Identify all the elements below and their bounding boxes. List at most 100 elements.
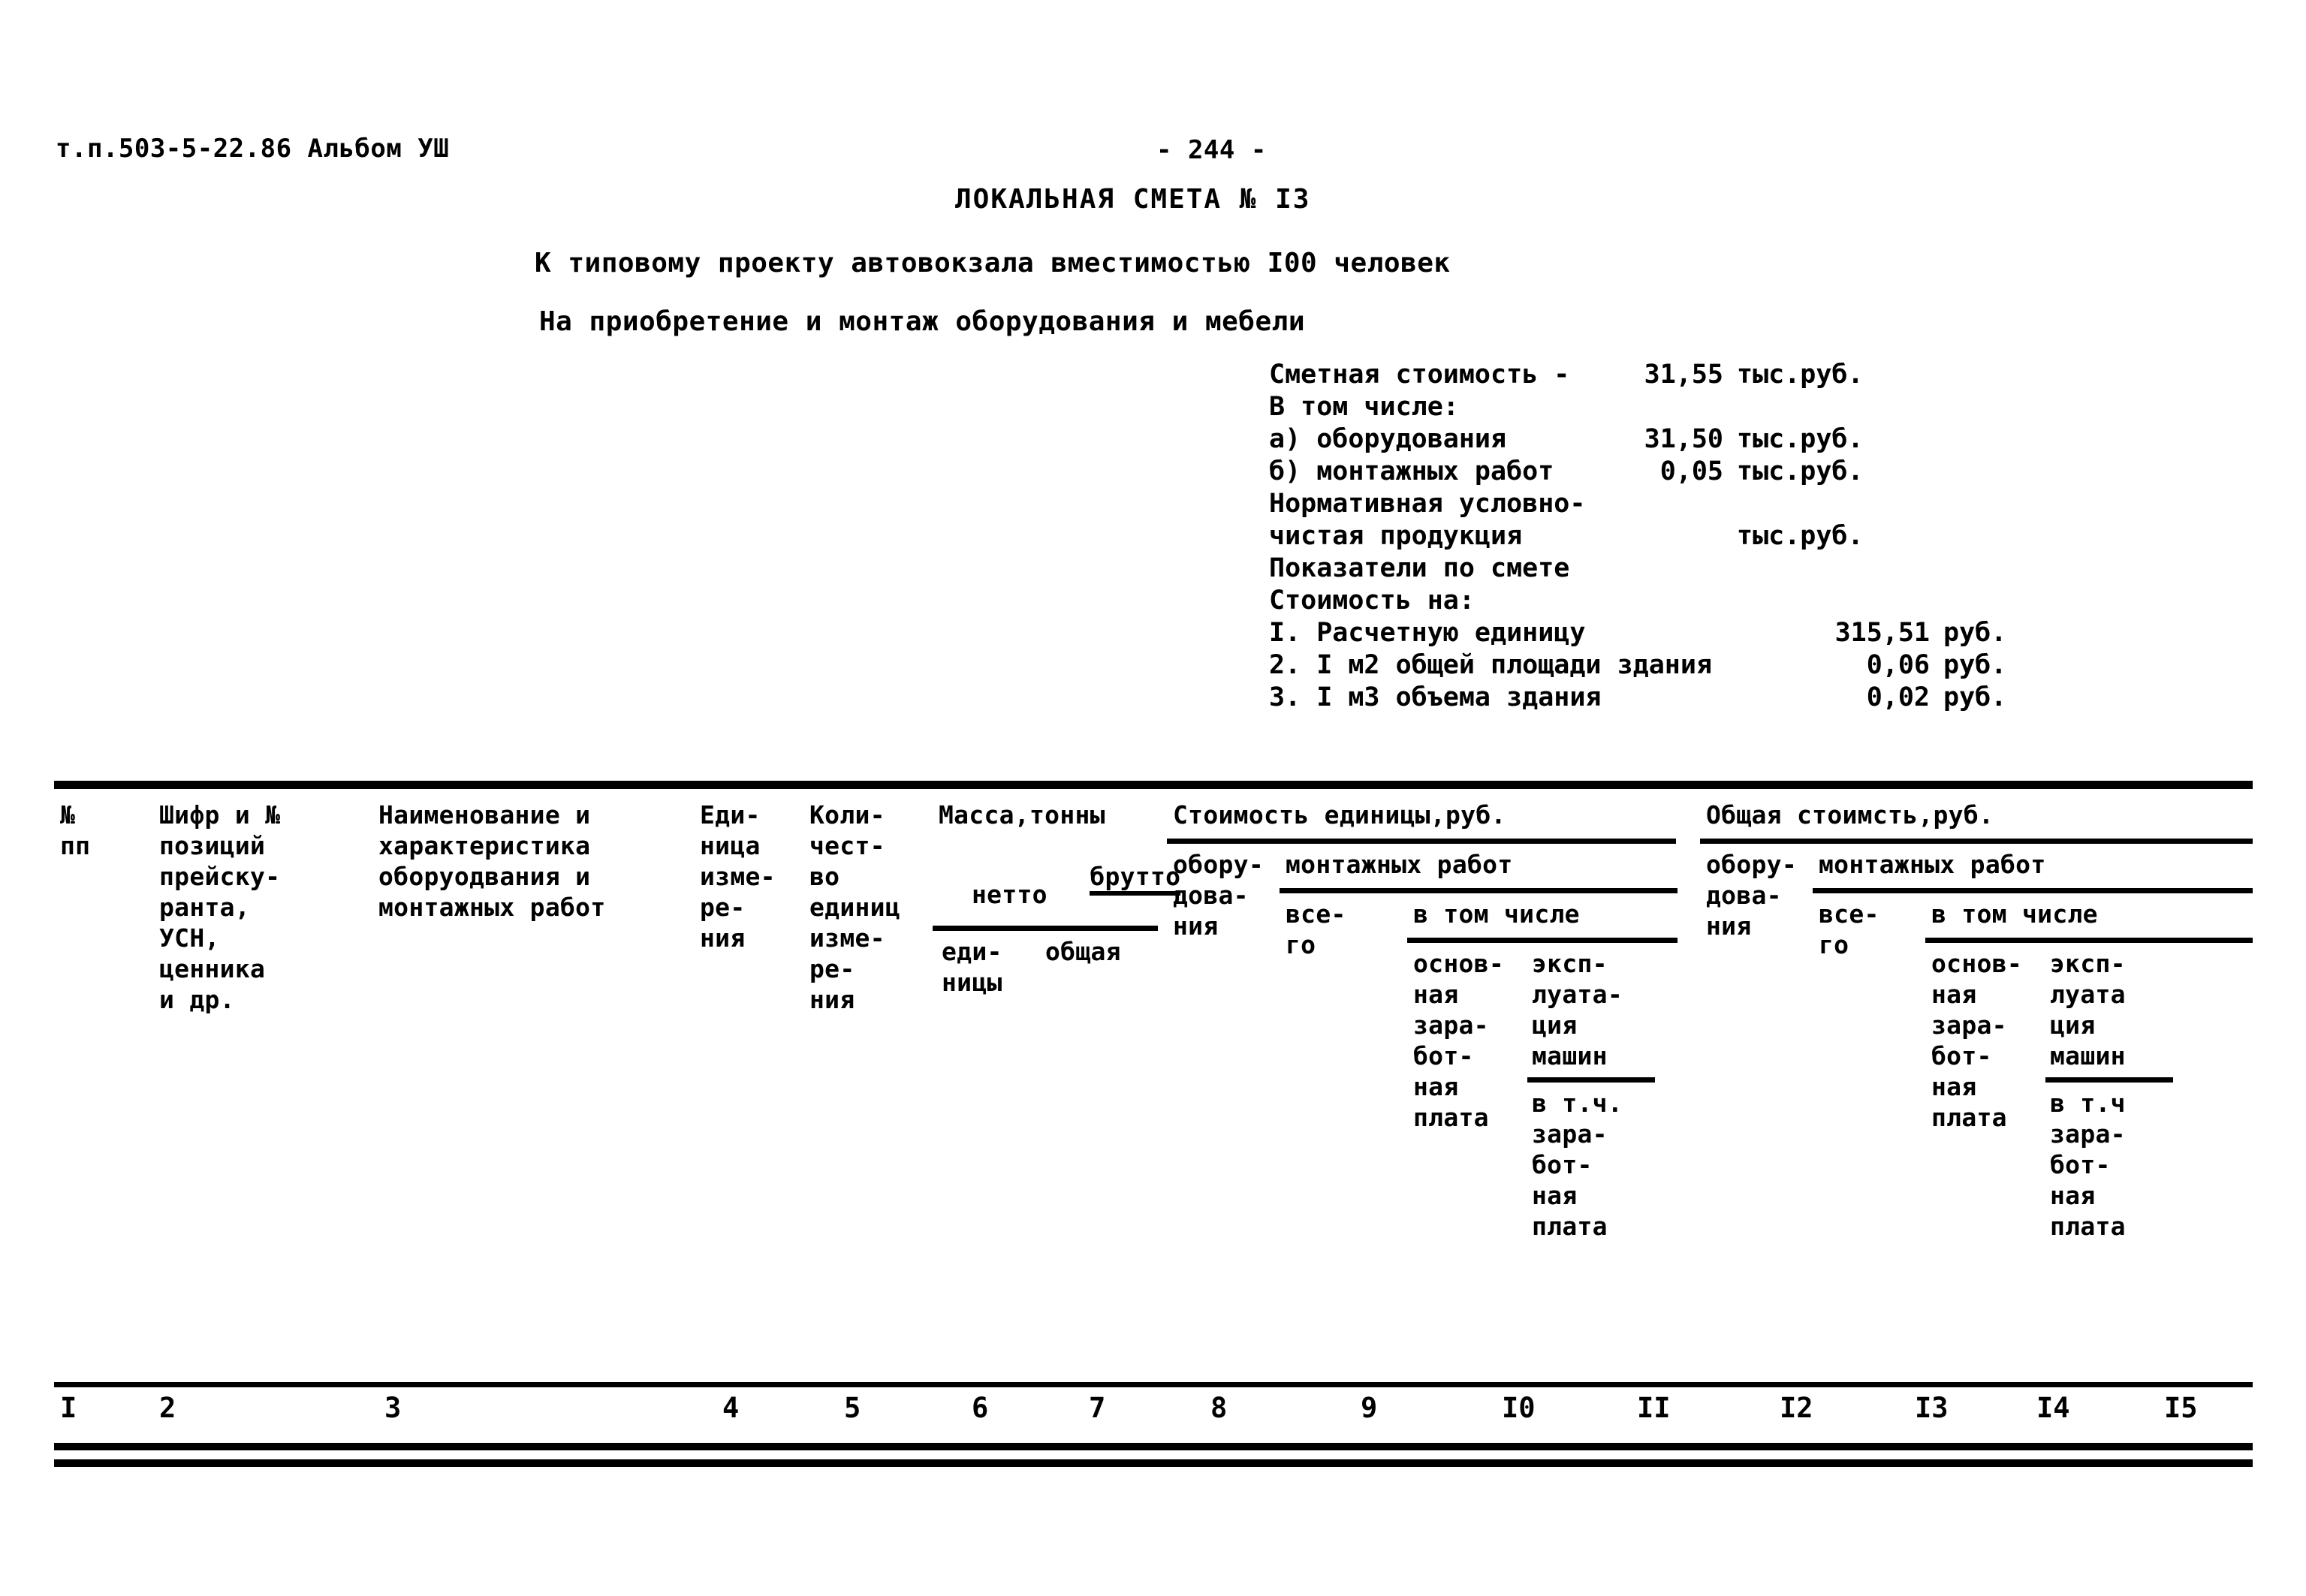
column-number-row: I 2 3 4 5 6 7 8 9 I0 II I2 I3 I4 I5 xyxy=(54,1387,2253,1443)
summary-nucp-label-1: Нормативная условно- xyxy=(1269,489,1586,519)
column-header-total-cost-install: монтажных работ xyxy=(1819,850,2046,879)
column-header-total-cost-machines: эксп- луата ция машин xyxy=(2050,949,2126,1071)
summary-total-row: Сметная стоимость - 31,55 тыс.руб. xyxy=(1269,359,2260,391)
page-number: - 244 - xyxy=(1156,135,1267,165)
column-header-unit: Еди- ница изме- ре- ния xyxy=(700,800,776,953)
column-number: 3 xyxy=(384,1392,402,1424)
summary-including-label: В том числе: xyxy=(1269,392,1459,422)
summary-item-label: б) монтажных работ xyxy=(1269,456,1554,486)
total-cost-including-rule xyxy=(1925,938,2253,943)
summary-indicator-unit: руб. xyxy=(1943,650,2007,680)
summary-indicator-unit: руб. xyxy=(1943,618,2007,648)
summary-nucp-label-line1: Нормативная условно- xyxy=(1269,488,2260,520)
column-number: II xyxy=(1637,1392,1671,1424)
column-header-total-cost-basic-wage: основ- ная зара- бот- ная плата xyxy=(1931,949,2023,1132)
column-header-unit-cost-basic-wage: основ- ная зара- бот- ная плата xyxy=(1413,949,1505,1132)
unit-cost-group-rule xyxy=(1167,839,1676,844)
unit-cost-machines-rule xyxy=(1527,1077,1655,1083)
table-bottom-rule-lower xyxy=(54,1459,2253,1467)
column-number: I4 xyxy=(2036,1392,2070,1424)
estimate-table: № пп Шифр и № позиций прейску- ранта, УС… xyxy=(54,781,2253,1468)
summary-indicator-row: 3. I м3 объема здания 0,02 руб. xyxy=(1269,682,2260,714)
summary-indicator-label: 3. I м3 объема здания xyxy=(1269,682,1602,712)
column-header-no: № xyxy=(60,800,76,830)
summary-indicator-unit: руб. xyxy=(1943,682,2007,712)
column-header-unit-cost-including: в том числе xyxy=(1413,899,1580,929)
summary-indicators-heading-row: Показатели по смете xyxy=(1269,553,2260,585)
summary-indicator-label: 2. I м2 общей площади здания xyxy=(1269,650,1713,680)
summary-item-unit: тыс.руб. xyxy=(1737,456,1864,486)
column-number: I xyxy=(60,1392,77,1424)
column-header-total-cost-wage-within: в т.ч зара- бот- ная плата xyxy=(2050,1089,2126,1241)
column-header-unit-cost-all: все- го xyxy=(1286,899,1346,959)
document-reference: т.п.503-5-22.86 Альбом УШ xyxy=(56,134,450,164)
summary-indicator-label: I. Расчетную единицу xyxy=(1269,618,1586,648)
summary-indicator-row: I. Расчетную единицу 315,51 руб. xyxy=(1269,617,2260,649)
column-number: 5 xyxy=(844,1392,861,1424)
document-page: т.п.503-5-22.86 Альбом УШ - 244 - ЛОКАЛЬ… xyxy=(0,0,2306,1596)
summary-indicator-value: 0,06 xyxy=(1866,650,1930,680)
table-bottom-rule-upper xyxy=(54,1443,2253,1450)
column-number: 4 xyxy=(722,1392,740,1424)
column-header-mass-netto: нетто xyxy=(972,880,1047,909)
column-number: I5 xyxy=(2164,1392,2198,1424)
summary-indicators-subheading-row: Стоимость на: xyxy=(1269,585,2260,617)
column-header-unit-cost-equipment: обору- дова- ния xyxy=(1173,850,1265,941)
column-number: I2 xyxy=(1780,1392,1813,1424)
summary-total-unit: тыс.руб. xyxy=(1737,360,1864,390)
summary-item-value: 0,05 xyxy=(1659,456,1723,486)
column-number: 9 xyxy=(1361,1392,1378,1424)
total-cost-install-rule xyxy=(1813,888,2253,893)
column-number: 7 xyxy=(1089,1392,1106,1424)
summary-indicator-value: 315,51 xyxy=(1834,618,1930,648)
summary-total-label: Сметная стоимость - xyxy=(1269,360,1570,390)
column-header-total-cost-including: в том числе xyxy=(1931,899,2098,929)
column-header-quantity: Коли- чест- во единиц изме- ре- ния xyxy=(809,800,901,1014)
unit-cost-install-rule xyxy=(1280,888,1678,893)
summary-indicator-value: 0,02 xyxy=(1866,682,1930,712)
column-number: I3 xyxy=(1915,1392,1949,1424)
column-number: 8 xyxy=(1210,1392,1228,1424)
total-cost-machines-rule xyxy=(2045,1077,2173,1083)
summary-item-value: 31,50 xyxy=(1644,424,1723,454)
column-header-total-cost-title: Общая стоимсть,руб. xyxy=(1706,800,1994,830)
column-header-no-pp: пп xyxy=(60,831,91,860)
column-header-total-cost-equipment: обору- дова- ния xyxy=(1706,850,1798,941)
column-number: 6 xyxy=(972,1392,989,1424)
table-bottom-double-rule xyxy=(54,1443,2253,1468)
summary-indicators-heading: Показатели по смете xyxy=(1269,553,1570,583)
column-header-mass-unit: еди- ницы xyxy=(942,937,1002,997)
column-header-cipher: Шифр и № позиций прейску- ранта, УСН, це… xyxy=(159,800,281,1014)
column-header-mass-total: общая xyxy=(1045,937,1121,966)
summary-item-unit: тыс.руб. xyxy=(1737,424,1864,454)
summary-nucp-label-2: чистая продукция xyxy=(1269,521,1523,551)
summary-nucp-unit: тыс.руб. xyxy=(1737,521,1864,551)
column-header-unit-cost-wage-within: в т.ч. зара- бот- ная плата xyxy=(1532,1089,1623,1241)
summary-indicators-subheading: Стоимость на: xyxy=(1269,586,1475,616)
cost-summary-block: Сметная стоимость - 31,55 тыс.руб. В том… xyxy=(1269,359,2260,714)
column-header-mass-title: Масса,тонны xyxy=(939,800,1105,830)
page-title: ЛОКАЛЬНАЯ СМЕТА № I3 xyxy=(955,184,1311,215)
subtitle-project: К типовому проекту автовокзала вместимос… xyxy=(535,248,1451,279)
total-cost-group-rule xyxy=(1700,839,2253,844)
unit-cost-including-rule xyxy=(1407,938,1678,943)
column-header-name: Наименование и характеристика оборуодван… xyxy=(378,800,606,922)
table-header-bottom-rule xyxy=(54,1382,2253,1387)
column-number: 2 xyxy=(159,1392,176,1424)
table-top-rule xyxy=(54,781,2253,789)
column-number: I0 xyxy=(1502,1392,1536,1424)
summary-item-row: а) оборудования 31,50 тыс.руб. xyxy=(1269,423,2260,456)
column-header-unit-cost-install: монтажных работ xyxy=(1286,850,1513,879)
summary-item-row: б) монтажных работ 0,05 тыс.руб. xyxy=(1269,456,2260,488)
summary-item-label: а) оборудования xyxy=(1269,424,1507,454)
column-header-total-cost-all: все- го xyxy=(1819,899,1879,959)
mass-group-rule xyxy=(933,926,1158,931)
column-header-unit-cost-title: Стоимость единицы,руб. xyxy=(1173,800,1506,830)
column-header-mass-brutto: брутто xyxy=(969,830,1181,926)
summary-nucp-row: чистая продукция тыс.руб. xyxy=(1269,520,2260,553)
table-header-band: № пп Шифр и № позиций прейску- ранта, УС… xyxy=(54,789,2253,1382)
subtitle-purpose: На приобретение и монтаж оборудования и … xyxy=(539,306,1305,337)
column-header-unit-cost-machines: эксп- луата- ция машин xyxy=(1532,949,1623,1071)
summary-indicator-row: 2. I м2 общей площади здания 0,06 руб. xyxy=(1269,649,2260,682)
summary-including-label-row: В том числе: xyxy=(1269,391,2260,423)
